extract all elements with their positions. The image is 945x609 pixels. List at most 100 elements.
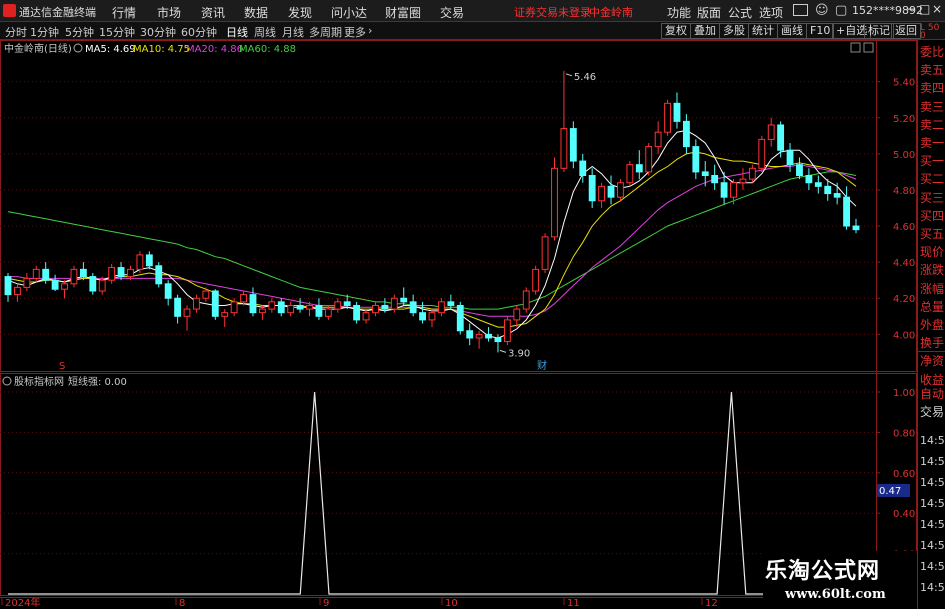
candle-body[interactable] (230, 301, 238, 314)
candle-body[interactable] (193, 297, 200, 310)
candle-body[interactable] (466, 330, 474, 339)
candle-body[interactable] (164, 283, 172, 299)
candle-body[interactable] (692, 146, 700, 173)
candle-body[interactable] (419, 312, 426, 321)
candle-body[interactable] (447, 301, 455, 306)
auto-trade-label-2[interactable]: 交易 (920, 403, 944, 420)
candle-body[interactable] (42, 268, 50, 281)
candle-body[interactable] (541, 236, 549, 270)
candle-body[interactable] (532, 268, 540, 292)
candle-body[interactable] (682, 120, 690, 148)
candle-body[interactable] (98, 279, 106, 292)
candle-body[interactable] (720, 182, 728, 198)
candle-body[interactable] (334, 301, 342, 310)
candle-body[interactable] (324, 308, 332, 317)
event-marker-s[interactable]: S (59, 361, 65, 372)
candle-body[interactable] (400, 297, 408, 303)
candle-body[interactable] (258, 308, 266, 314)
candle-body[interactable] (843, 196, 850, 227)
candle-body[interactable] (673, 102, 681, 122)
sub-panel-settings-icon[interactable] (2, 376, 12, 386)
candle-body[interactable] (475, 333, 483, 339)
candle-body[interactable] (503, 319, 511, 343)
candle-body[interactable] (513, 308, 521, 321)
candle-body[interactable] (617, 182, 624, 198)
candle-body[interactable] (626, 164, 634, 184)
candle-body[interactable] (598, 185, 606, 202)
candle-body[interactable] (569, 128, 577, 162)
candle-body[interactable] (805, 175, 813, 184)
candle-body[interactable] (51, 279, 59, 290)
candle-body[interactable] (833, 193, 841, 198)
candle-body[interactable] (409, 301, 417, 314)
candle-body[interactable] (588, 175, 596, 202)
candle-body[interactable] (701, 171, 709, 177)
candle-body[interactable] (522, 290, 530, 310)
candle-body[interactable] (777, 124, 785, 151)
candle-body[interactable] (654, 131, 662, 148)
candle-body[interactable] (786, 149, 794, 166)
candle-body[interactable] (730, 182, 737, 198)
candle-body[interactable] (607, 185, 615, 198)
candle-body[interactable] (32, 268, 40, 279)
candle-body[interactable] (381, 304, 389, 310)
candle-body[interactable] (852, 225, 860, 231)
candle-body[interactable] (155, 265, 163, 285)
candle-body[interactable] (796, 164, 803, 177)
candle-body[interactable] (79, 268, 87, 278)
main-panel-settings-icon[interactable] (73, 43, 83, 53)
candle-body[interactable] (767, 124, 775, 140)
panel-controls[interactable] (850, 42, 874, 53)
candle-body[interactable] (136, 254, 144, 270)
candle-body[interactable] (277, 301, 285, 314)
candle-body[interactable] (183, 308, 191, 317)
candle-body[interactable] (14, 286, 21, 296)
candle-body[interactable] (296, 304, 304, 310)
candle-body[interactable] (306, 304, 313, 310)
candle-body[interactable] (362, 312, 370, 321)
candle-body[interactable] (664, 102, 671, 133)
candle-body[interactable] (108, 267, 116, 281)
candle-body[interactable] (70, 268, 78, 285)
candle-body[interactable] (268, 301, 276, 310)
candle-body[interactable] (353, 304, 361, 321)
candle-body[interactable] (485, 333, 492, 339)
candle-body[interactable] (814, 182, 822, 187)
candle-body[interactable] (824, 185, 832, 195)
candle-body[interactable] (551, 167, 558, 238)
candle-body[interactable] (4, 276, 12, 296)
candle-body[interactable] (428, 312, 436, 321)
candle-body[interactable] (739, 178, 747, 184)
candle-body[interactable] (23, 277, 31, 288)
candle-body[interactable] (748, 167, 756, 180)
candlestick-series[interactable] (4, 70, 860, 353)
candle-body[interactable] (560, 128, 568, 169)
candle-body[interactable] (315, 304, 323, 317)
candle-body[interactable] (372, 304, 379, 314)
candle-body[interactable] (221, 312, 229, 317)
candle-body[interactable] (211, 290, 219, 317)
candle-body[interactable] (202, 290, 210, 299)
candle-body[interactable] (635, 164, 643, 173)
candle-body[interactable] (758, 138, 766, 169)
candle-body[interactable] (390, 297, 398, 310)
candle-body[interactable] (494, 337, 502, 343)
candle-body[interactable] (287, 304, 295, 314)
kline-chart[interactable]: 中金岭南(日线) MA5: 4.69 MA10: 4.75 MA20: 4.86… (0, 0, 945, 609)
candle-body[interactable] (117, 267, 125, 278)
candle-body[interactable] (438, 301, 445, 314)
candle-body[interactable] (145, 254, 153, 267)
candle-body[interactable] (645, 146, 653, 173)
candle-body[interactable] (711, 175, 719, 184)
candle-body[interactable] (249, 294, 257, 314)
candle-body[interactable] (174, 297, 182, 317)
candle-body[interactable] (343, 301, 351, 306)
candle-body[interactable] (127, 268, 134, 278)
candle-body[interactable] (240, 294, 247, 303)
candle-body[interactable] (579, 160, 587, 177)
candle-body[interactable] (61, 283, 68, 290)
candle-body[interactable] (89, 276, 97, 292)
candle-body[interactable] (456, 304, 464, 332)
auto-trade-label-1[interactable]: 自动 (920, 385, 944, 402)
event-marker-cai[interactable]: 财 (537, 359, 547, 372)
